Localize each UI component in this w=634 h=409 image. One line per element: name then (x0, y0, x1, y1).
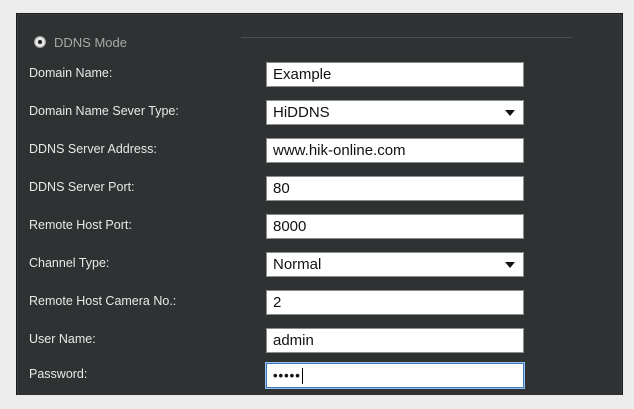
domain-name-input[interactable]: Example (266, 62, 524, 87)
password-label: Password: (29, 367, 88, 381)
server-port-row: DDNS Server Port: 80 (29, 176, 529, 201)
ddns-mode-label: DDNS Mode (54, 34, 127, 50)
server-type-label: Domain Name Sever Type: (29, 104, 179, 118)
remote-host-port-row: Remote Host Port: 8000 (29, 214, 529, 239)
channel-type-select[interactable]: Normal (266, 252, 524, 277)
channel-type-value: Normal (273, 256, 322, 273)
camera-no-row: Remote Host Camera No.: 2 (29, 290, 529, 315)
channel-type-row: Channel Type: Normal (29, 252, 529, 277)
window-bottom-edge (0, 395, 634, 409)
camera-no-input[interactable]: 2 (266, 290, 524, 315)
ddns-mode-option[interactable]: DDNS Mode (34, 33, 127, 51)
user-name-row: User Name: admin (29, 328, 529, 353)
password-row: Password: ••••• (29, 363, 529, 388)
server-address-row: DDNS Server Address: www.hik-online.com (29, 138, 529, 163)
chevron-down-icon[interactable] (505, 262, 515, 268)
user-name-input[interactable]: admin (266, 328, 524, 353)
group-divider (241, 37, 572, 38)
domain-name-label: Domain Name: (29, 66, 113, 80)
user-name-label: User Name: (29, 332, 96, 346)
remote-host-port-input[interactable]: 8000 (266, 214, 524, 239)
server-port-input[interactable]: 80 (266, 176, 524, 201)
ddns-settings-window: DDNS Mode Domain Name: Example Domain Na… (0, 0, 634, 409)
server-type-select[interactable]: HiDDNS (266, 100, 524, 125)
server-port-label: DDNS Server Port: (29, 180, 135, 194)
server-address-label: DDNS Server Address: (29, 142, 157, 156)
server-type-row: Domain Name Sever Type: HiDDNS (29, 100, 529, 125)
domain-name-row: Domain Name: Example (29, 62, 529, 87)
password-input[interactable]: ••••• (266, 363, 524, 388)
camera-no-label: Remote Host Camera No.: (29, 294, 177, 308)
channel-type-label: Channel Type: (29, 256, 110, 270)
password-mask: ••••• (273, 368, 301, 383)
remote-host-port-label: Remote Host Port: (29, 218, 132, 232)
text-caret (301, 368, 303, 385)
ddns-mode-radio[interactable] (34, 36, 46, 48)
server-address-input[interactable]: www.hik-online.com (266, 138, 524, 163)
chevron-down-icon[interactable] (505, 110, 515, 116)
server-type-value: HiDDNS (273, 104, 330, 121)
